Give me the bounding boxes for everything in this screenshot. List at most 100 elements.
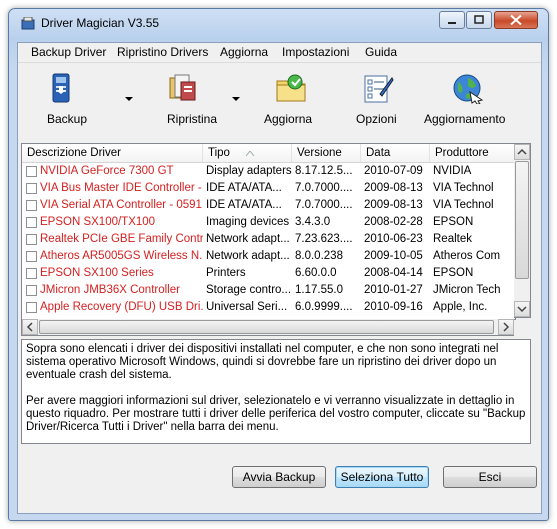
cell-version: 6.0.9999.... xyxy=(295,301,353,313)
cell-vendor: Realtek xyxy=(433,233,472,245)
scroll-up-button[interactable] xyxy=(514,144,530,160)
toolbar: Backup Ripristina Aggiorna Opzioni Aggio… xyxy=(18,63,541,129)
driver-list[interactable]: Descrizione Driver Tipo Versione Data Pr… xyxy=(21,143,516,320)
cell-name: EPSON SX100/TX100 xyxy=(22,214,203,231)
start-backup-button[interactable]: Avvia Backup xyxy=(232,466,326,488)
restore-dropdown-icon[interactable] xyxy=(232,97,240,102)
cell-vendor: Apple, Inc. xyxy=(433,301,488,313)
driver-name: Apple Recovery (DFU) USB Dri... xyxy=(40,301,203,313)
cell-name: Apple Recovery (DFU) USB Dri... xyxy=(22,299,203,316)
restore-button[interactable]: Ripristina xyxy=(140,69,240,131)
cell-date: 2008-04-14 xyxy=(364,267,423,279)
cell-name: Realtek PCIe GBE Family Contr... xyxy=(22,231,203,248)
menu-backup-driver[interactable]: Backup Driver xyxy=(31,45,106,59)
table-row[interactable]: NVIDIA GeForce 7300 GT Display adapters 8.… xyxy=(22,163,515,180)
cell-type: Imaging devices xyxy=(206,216,290,228)
cell-name: EPSON SX100 Series xyxy=(22,265,203,282)
column-header-vendor[interactable]: Produttore xyxy=(430,144,515,162)
backup-dropdown-icon[interactable] xyxy=(125,97,133,102)
select-all-button[interactable]: Seleziona Tutto xyxy=(335,466,429,488)
table-row[interactable]: Atheros AR5005GS Wireless N... Network ad… xyxy=(22,248,515,265)
cell-type: IDE ATA/ATA... xyxy=(206,182,282,194)
cell-date: 2009-10-05 xyxy=(364,250,423,262)
backup-button[interactable]: Backup xyxy=(28,69,133,131)
title-bar[interactable]: Driver Magician V3.55 xyxy=(9,9,548,39)
driver-name: NVIDIA GeForce 7300 GT xyxy=(40,165,174,177)
chevron-up-icon xyxy=(517,148,527,155)
row-checkbox[interactable] xyxy=(26,166,37,177)
description-paragraph-1: Sopra sono elencati i driver dei disposi… xyxy=(26,343,499,381)
update-label: Aggiorna xyxy=(264,112,313,126)
menu-ripristino-drivers[interactable]: Ripristino Drivers xyxy=(117,45,208,59)
column-header-version[interactable]: Versione xyxy=(292,144,361,162)
row-checkbox[interactable] xyxy=(26,234,37,245)
driver-name: EPSON SX100 Series xyxy=(40,267,154,279)
row-checkbox[interactable] xyxy=(26,217,37,228)
app-window: Driver Magician V3.55 Backup Driver Ripr… xyxy=(8,8,549,521)
table-row[interactable]: EPSON SX100 Series Printers 6.60.0.0 2008-0… xyxy=(22,265,515,282)
column-header-date[interactable]: Data xyxy=(361,144,430,162)
exit-button[interactable]: Esci xyxy=(443,466,537,488)
vertical-scroll-thumb[interactable] xyxy=(515,161,529,279)
cell-version: 8.17.12.5... xyxy=(295,165,353,177)
row-checkbox[interactable] xyxy=(26,183,37,194)
cell-date: 2008-02-28 xyxy=(364,216,423,228)
driver-name: JMicron JMB36X Controller xyxy=(40,284,180,296)
row-checkbox[interactable] xyxy=(26,200,37,211)
table-row[interactable]: EPSON SX100/TX100 Imaging devices 3.4.3.0 2… xyxy=(22,214,515,231)
scroll-right-button[interactable] xyxy=(498,319,514,335)
horizontal-scroll-thumb[interactable] xyxy=(39,320,494,334)
column-header-type[interactable]: Tipo xyxy=(203,144,292,162)
options-button[interactable]: Opzioni xyxy=(346,69,406,131)
scroll-left-button[interactable] xyxy=(22,319,38,335)
maximize-button[interactable] xyxy=(466,11,492,29)
table-row[interactable]: VIA Serial ATA Controller - 0591 IDE ATA/… xyxy=(22,197,515,214)
row-checkbox[interactable] xyxy=(26,302,37,313)
row-checkbox[interactable] xyxy=(26,251,37,262)
cell-name: JMicron JMB36X Controller xyxy=(22,282,203,299)
menu-impostazioni[interactable]: Impostazioni xyxy=(282,45,349,59)
cell-version: 1.17.55.0 xyxy=(295,284,343,296)
sort-ascending-icon xyxy=(246,151,255,157)
cell-version: 8.0.0.238 xyxy=(295,250,343,262)
close-button[interactable] xyxy=(494,11,538,29)
row-checkbox[interactable] xyxy=(26,268,37,279)
cell-name: Atheros AR5005GS Wireless N... xyxy=(22,248,203,265)
scroll-down-button[interactable] xyxy=(514,301,530,317)
cell-vendor: VIA Technol xyxy=(433,199,494,211)
driver-name: Atheros AR5005GS Wireless N... xyxy=(40,250,203,262)
backup-icon xyxy=(52,73,70,103)
app-icon xyxy=(21,17,35,30)
menu-guida[interactable]: Guida xyxy=(365,45,397,59)
cell-version: 7.0.7000.... xyxy=(295,182,353,194)
maximize-icon xyxy=(474,15,484,24)
column-header-description[interactable]: Descrizione Driver xyxy=(22,144,203,162)
table-row[interactable]: Realtek PCIe GBE Family Contr... Network … xyxy=(22,231,515,248)
cell-date: 2010-07-09 xyxy=(364,165,423,177)
update-button[interactable]: Aggiorna xyxy=(256,69,326,131)
cell-date: 2010-06-23 xyxy=(364,233,423,245)
table-row[interactable]: VIA Bus Master IDE Controller - ... IDE A… xyxy=(22,180,515,197)
cell-name: NVIDIA GeForce 7300 GT xyxy=(22,163,203,180)
restore-label: Ripristina xyxy=(167,112,218,126)
web-update-button[interactable]: Aggiornamento xyxy=(422,69,522,131)
options-label: Opzioni xyxy=(356,112,397,126)
driver-name: Realtek PCIe GBE Family Contr... xyxy=(40,233,203,245)
options-icon xyxy=(364,75,394,103)
menu-aggiorna[interactable]: Aggiorna xyxy=(220,45,268,59)
minimize-button[interactable] xyxy=(439,11,465,29)
description-paragraph-2: Per avere maggiori informazioni sul driv… xyxy=(26,395,526,433)
cell-vendor: NVIDIA xyxy=(433,165,472,177)
horizontal-scrollbar[interactable] xyxy=(21,319,514,336)
driver-description-panel: Sopra sono elencati i driver dei disposi… xyxy=(21,339,531,444)
row-checkbox[interactable] xyxy=(26,285,37,296)
cell-date: 2009-08-13 xyxy=(364,199,423,211)
driver-list-header: Descrizione Driver Tipo Versione Data Pr… xyxy=(22,144,515,163)
table-row[interactable]: JMicron JMB36X Controller Storage contro.… xyxy=(22,282,515,299)
chevron-right-icon xyxy=(503,322,510,332)
vertical-scrollbar[interactable] xyxy=(514,143,531,318)
minimize-icon xyxy=(448,22,456,24)
table-row[interactable]: Apple Recovery (DFU) USB Dri... Universal… xyxy=(22,299,515,316)
cell-vendor: JMicron Tech xyxy=(433,284,501,296)
cell-date: 2009-08-13 xyxy=(364,182,423,194)
